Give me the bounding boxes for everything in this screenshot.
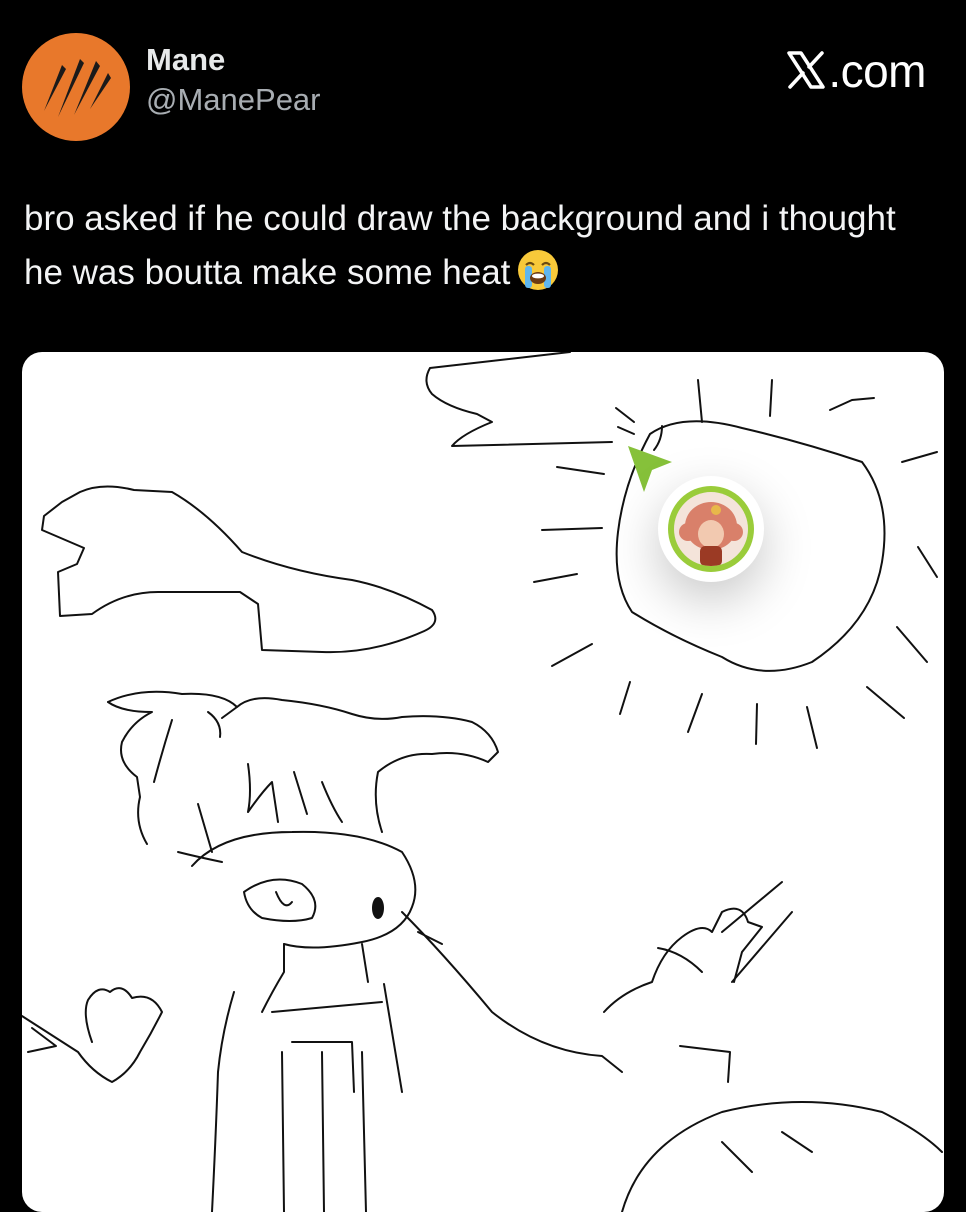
tweet-text: bro asked if he could draw the backgroun…: [24, 192, 924, 300]
sketch-drawing: [22, 352, 943, 1212]
author-info: Mane @ManePear: [146, 42, 321, 118]
loudly-crying-face-icon: [516, 248, 560, 292]
post-header: Mane @ManePear .com: [0, 0, 966, 170]
author-avatar[interactable]: [22, 33, 130, 141]
tweet-body: bro asked if he could draw the backgroun…: [24, 199, 896, 292]
user-location-pin[interactable]: [658, 476, 764, 582]
author-name[interactable]: Mane: [146, 42, 321, 78]
x-logo-icon: [786, 50, 826, 90]
claw-marks-icon: [44, 59, 111, 117]
x-brand: .com: [786, 44, 926, 98]
brand-domain: .com: [828, 45, 926, 97]
map-pointer-arrow-icon: [626, 444, 676, 494]
author-handle[interactable]: @ManePear: [146, 82, 321, 118]
bitmoji-avatar: [674, 492, 748, 566]
post-image[interactable]: [22, 352, 944, 1212]
